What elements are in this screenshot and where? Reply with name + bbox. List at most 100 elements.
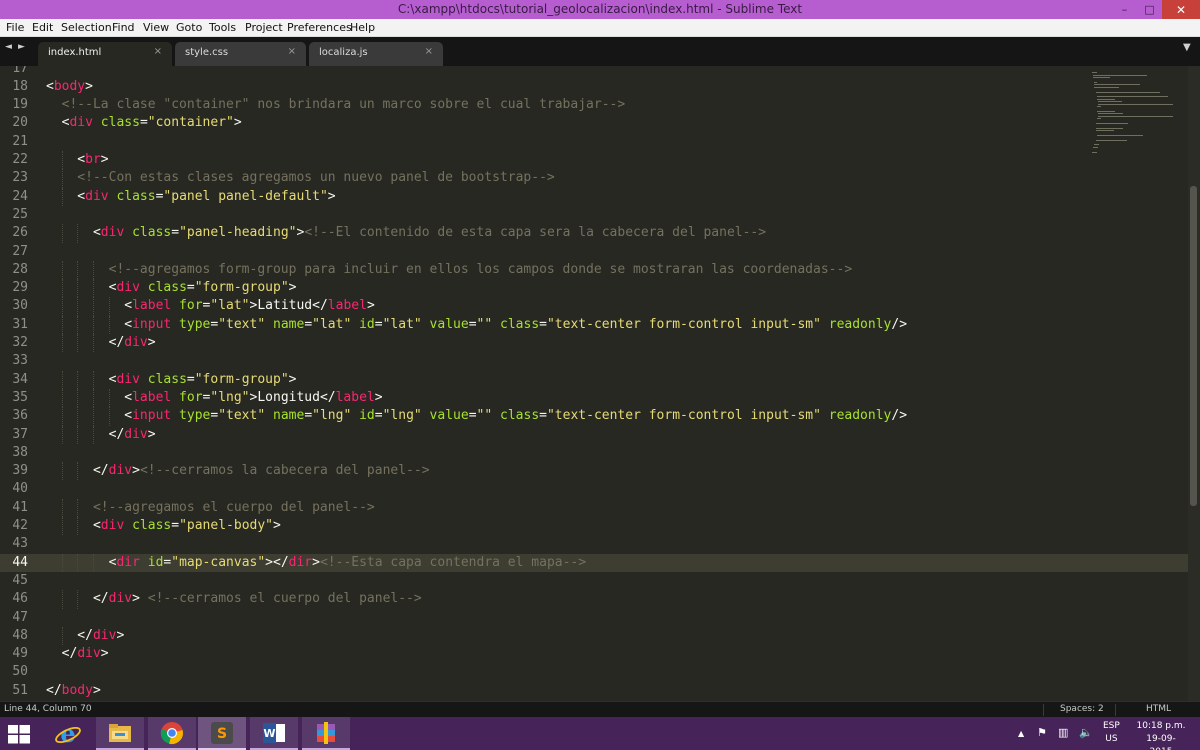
code-token: >	[233, 115, 242, 131]
code-token: div	[124, 335, 148, 351]
code-token: class	[492, 408, 540, 424]
code-line[interactable]: </body>	[46, 682, 101, 700]
code-line[interactable]: <br>	[46, 151, 108, 169]
code-token: "form-group"	[194, 371, 289, 387]
minimap-line	[1096, 106, 1102, 107]
menu-find[interactable]: Find	[112, 21, 135, 34]
back-arrow-icon[interactable]: ◄	[5, 42, 12, 52]
volume-icon[interactable]: 🔈	[1079, 726, 1093, 739]
code-line[interactable]: <label for="lng">Longitud</label>	[46, 389, 382, 407]
tab-index-html[interactable]: index.html ×	[38, 42, 172, 66]
keyboard-layout: US	[1105, 734, 1118, 744]
line-number: 37	[12, 426, 28, 442]
code-token: >Longitud</	[249, 389, 336, 405]
syntax-selector[interactable]: HTML	[1146, 704, 1171, 714]
menu-preferences[interactable]: Preferences	[287, 21, 352, 34]
menu-project[interactable]: Project	[245, 21, 283, 34]
code-token: <!--cerramos la cabecera del panel-->	[139, 463, 430, 479]
code-line[interactable]: </div><!--cerramos la cabecera del panel…	[46, 462, 430, 480]
taskbar-chrome[interactable]	[148, 717, 196, 750]
line-number: 31	[12, 316, 28, 332]
input-language-indicator[interactable]: ESP US	[1103, 720, 1120, 746]
windows-start-button[interactable]	[6, 722, 32, 746]
minimap-line	[1094, 86, 1120, 88]
line-number: 33	[12, 353, 28, 369]
taskbar-word[interactable]: W	[250, 717, 298, 750]
close-icon[interactable]: ×	[288, 46, 296, 57]
minimap-line	[1098, 103, 1173, 105]
minimap[interactable]	[1088, 66, 1188, 166]
code-line[interactable]: <div class="panel panel-default">	[46, 188, 335, 206]
scrollbar-thumb[interactable]	[1190, 186, 1197, 506]
tab-style-css[interactable]: style.css ×	[175, 42, 306, 66]
code-line[interactable]: </div>	[46, 645, 109, 663]
close-icon[interactable]: ×	[425, 46, 433, 57]
close-button[interactable]: ✕	[1162, 0, 1200, 19]
menu-view[interactable]: View	[143, 21, 169, 34]
line-number: 22	[12, 152, 28, 168]
code-token: id	[351, 408, 375, 424]
menu-tools[interactable]: Tools	[209, 21, 236, 34]
taskbar-sublime-text[interactable]: S	[198, 717, 246, 750]
code-line[interactable]: <div class="panel-heading"><!--El conten…	[46, 224, 766, 242]
taskbar-internet-explorer[interactable]: e	[44, 717, 92, 750]
vertical-scrollbar[interactable]	[1188, 66, 1200, 701]
menu-edit[interactable]: Edit	[32, 21, 53, 34]
tab-list-dropdown-icon[interactable]: ▼	[1183, 42, 1191, 53]
code-token: =	[186, 371, 195, 387]
tray-expand-icon[interactable]: ▲	[1018, 729, 1024, 738]
code-line[interactable]: <div class="form-group">	[46, 371, 297, 389]
code-line[interactable]: </div> <!--cerramos el cuerpo del panel-…	[46, 590, 422, 608]
code-line[interactable]: <!--agregamos el cuerpo del panel-->	[46, 499, 375, 517]
forward-arrow-icon[interactable]: ►	[18, 42, 25, 52]
network-icon[interactable]: ▥	[1058, 726, 1068, 739]
menu-goto[interactable]: Goto	[176, 21, 202, 34]
indent-guide	[92, 334, 94, 353]
indent-guide	[92, 279, 94, 298]
code-token: for	[171, 298, 203, 314]
indentation-setting[interactable]: Spaces: 2	[1060, 704, 1104, 714]
line-number: 18	[12, 78, 28, 94]
minimap-line	[1098, 101, 1122, 103]
code-line[interactable]: <body>	[46, 78, 93, 96]
indent-guide	[92, 315, 94, 335]
code-token: "text"	[218, 408, 266, 424]
code-token: />	[891, 316, 908, 332]
code-line[interactable]: <!--agregamos form-group para incluir en…	[46, 261, 853, 279]
tab-localiza-js[interactable]: localiza.js ×	[309, 42, 443, 66]
code-line[interactable]: <div class="container">	[46, 114, 242, 132]
line-number: 41	[12, 499, 28, 515]
indent-guide	[61, 297, 63, 316]
code-token: <	[46, 115, 70, 131]
title-bar[interactable]: C:\xampp\htdocs\tutorial_geolocalizacion…	[0, 0, 1200, 19]
taskbar-file-explorer[interactable]	[96, 717, 144, 750]
code-line[interactable]: <label for="lat">Latitud</label>	[46, 297, 375, 315]
code-line[interactable]: <input type="text" name="lng" id="lng" v…	[46, 407, 907, 425]
taskbar-winrar[interactable]	[302, 717, 350, 750]
code-line[interactable]: <!--Con estas clases agregamos un nuevo …	[46, 169, 554, 187]
menu-file[interactable]: File	[6, 21, 24, 34]
menu-help[interactable]: Help	[350, 21, 375, 34]
close-icon[interactable]: ×	[154, 46, 162, 57]
indent-guide	[77, 370, 79, 389]
maximize-button[interactable]: □	[1137, 0, 1162, 19]
indent-guide	[108, 388, 110, 408]
code-line[interactable]: <!--La clase "container" nos brindara un…	[46, 96, 626, 114]
line-number: 45	[12, 572, 28, 588]
code-line[interactable]: <input type="text" name="lat" id="lat" v…	[46, 316, 907, 334]
code-token: div	[108, 463, 133, 479]
code-token: for	[171, 389, 203, 405]
code-line[interactable]: <dir id="map-canvas"></dir><!--Esta capa…	[46, 554, 586, 572]
indent-guide	[92, 370, 94, 389]
code-line[interactable]: </div>	[46, 627, 124, 645]
code-line[interactable]: <div class="panel-body">	[46, 517, 281, 535]
line-number: 36	[12, 408, 28, 424]
action-center-flag-icon[interactable]: ⚑	[1037, 726, 1047, 739]
system-clock[interactable]: 10:18 p.m. 19-09-2015	[1136, 720, 1186, 750]
code-editor[interactable]: 17 18 19 20 21 22 23 24 25 26 27 28 29 30 31 32 33 34 35 36…	[0, 66, 1200, 701]
code-line[interactable]: <div class="form-group">	[46, 279, 297, 297]
code-token: </	[46, 682, 62, 698]
minimize-button[interactable]: –	[1112, 0, 1137, 19]
file-explorer-icon	[109, 723, 131, 742]
menu-selection[interactable]: Selection	[61, 21, 112, 34]
